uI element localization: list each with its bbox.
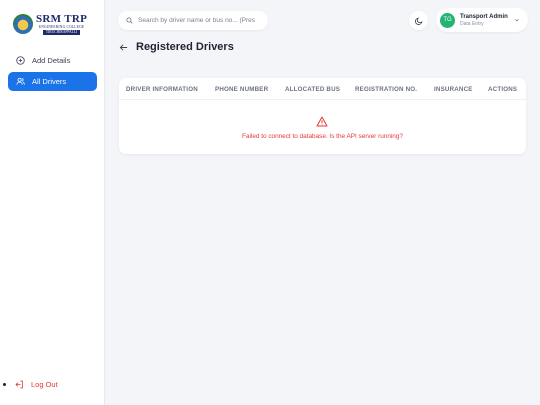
plus-circle-icon <box>15 56 25 66</box>
user-menu[interactable]: TG Transport Admin Data Entry <box>436 8 528 32</box>
user-role: Data Entry <box>460 20 484 27</box>
logout-icon <box>15 380 24 389</box>
college-emblem <box>13 14 33 34</box>
logo-text: SRM TRP ENGINEERING COLLEGE TIRUCHIRAPPA… <box>36 12 88 35</box>
users-icon <box>15 77 25 87</box>
topbar: TG Transport Admin Data Entry <box>105 0 540 38</box>
search-input[interactable] <box>138 17 258 24</box>
chevron-down-icon <box>514 17 520 23</box>
column-header-driver-information[interactable]: DRIVER INFORMATION <box>126 86 198 93</box>
college-logo[interactable]: SRM TRP ENGINEERING COLLEGE TIRUCHIRAPPA… <box>13 11 93 37</box>
sidebar-item-label: All Drivers <box>32 77 67 86</box>
column-header-phone-number[interactable]: PHONE NUMBER <box>215 86 268 93</box>
logout-button[interactable]: Log Out <box>8 376 58 392</box>
back-arrow-icon[interactable] <box>119 43 128 52</box>
sidebar-item-add-details[interactable]: Add Details <box>8 51 97 70</box>
avatar: TG <box>440 12 455 28</box>
page-header: Registered Drivers <box>119 39 234 55</box>
page-title: Registered Drivers <box>136 41 234 53</box>
column-header-registration-no[interactable]: REGISTRATION NO. <box>355 86 417 93</box>
error-message: Failed to connect to database. Is the AP… <box>242 133 403 140</box>
sidebar: SRM TRP ENGINEERING COLLEGE TIRUCHIRAPPA… <box>0 0 105 405</box>
logo-title: SRM TRP <box>36 12 88 25</box>
logo-city: TIRUCHIRAPPALLI <box>42 29 81 35</box>
logout-label: Log Out <box>31 379 58 389</box>
column-header-allocated-bus[interactable]: ALLOCATED BUS <box>285 86 340 93</box>
sidebar-item-label: Add Details <box>32 56 71 65</box>
warning-triangle-icon <box>316 116 328 127</box>
user-info: Transport Admin Data Entry <box>460 14 508 27</box>
column-header-actions[interactable]: ACTIONS <box>488 86 517 93</box>
theme-toggle-button[interactable] <box>409 11 428 30</box>
column-header-insurance[interactable]: INSURANCE <box>434 86 473 93</box>
bullet-dot <box>3 383 6 386</box>
sidebar-item-all-drivers[interactable]: All Drivers <box>8 72 97 91</box>
table-header: DRIVER INFORMATION PHONE NUMBER ALLOCATE… <box>119 78 526 100</box>
user-name: Transport Admin <box>460 13 508 20</box>
search-icon <box>126 17 133 24</box>
moon-icon <box>414 17 423 25</box>
search-bar[interactable] <box>118 11 268 30</box>
drivers-table-card: DRIVER INFORMATION PHONE NUMBER ALLOCATE… <box>119 78 526 154</box>
